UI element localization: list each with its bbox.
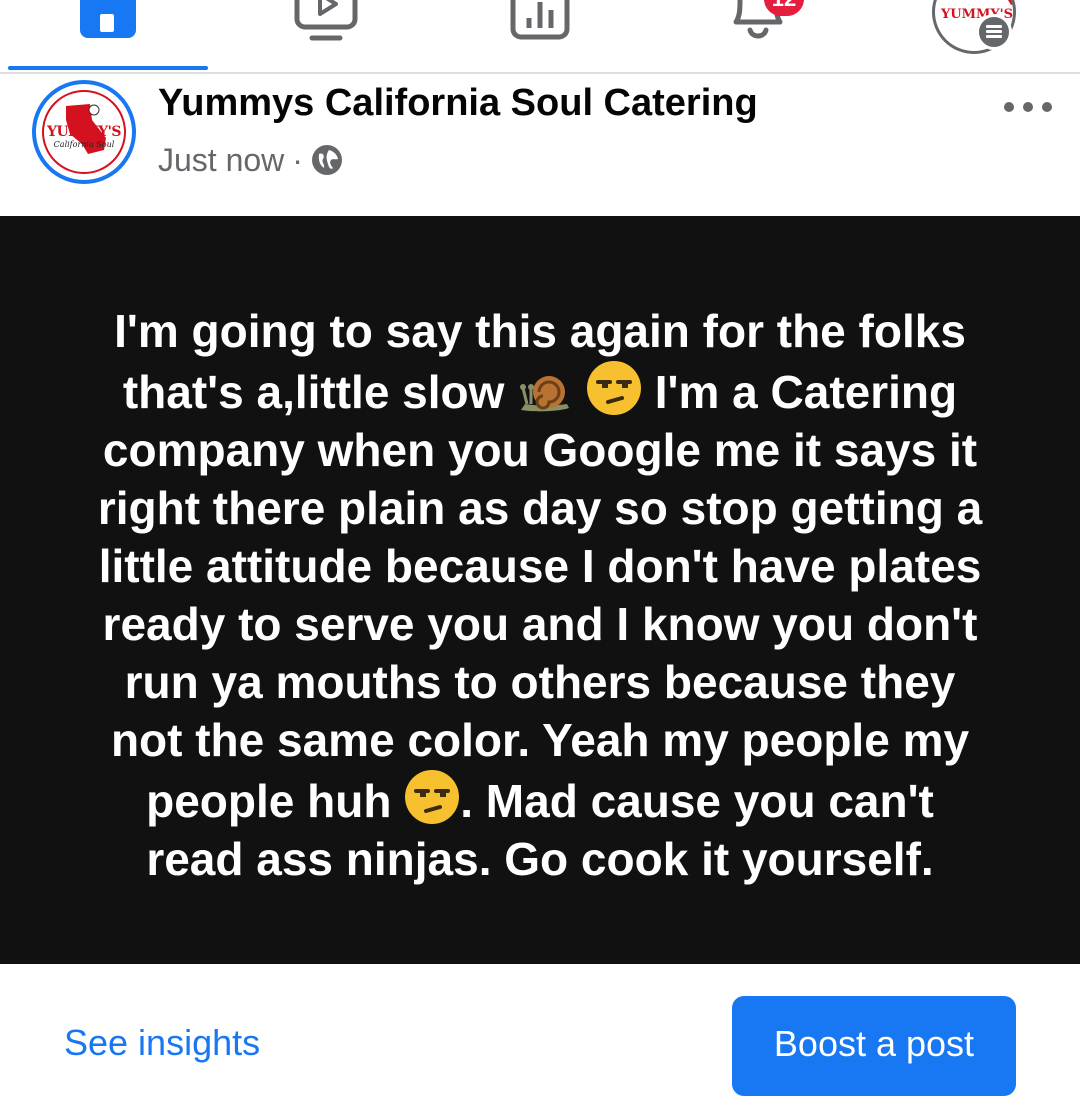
home-icon bbox=[80, 0, 136, 38]
post-content: I'm going to say this again for the folk… bbox=[0, 216, 1080, 964]
unamused-face-emoji bbox=[587, 361, 641, 415]
post-text-line: people huh . Mad cause you can't bbox=[40, 769, 1040, 830]
avatar-logo-subtext: California Soul bbox=[53, 140, 115, 149]
snail-emoji bbox=[520, 376, 570, 412]
post-text-line: not the same color. Yeah my people my bbox=[110, 714, 970, 766]
hamburger-menu-icon bbox=[976, 14, 1012, 50]
tab-insights[interactable] bbox=[470, 0, 610, 70]
post-text-line: little attitude because I don't have pla… bbox=[98, 540, 982, 592]
tab-notifications[interactable]: 12 bbox=[686, 0, 826, 70]
meta-separator: · bbox=[292, 142, 303, 178]
post-text-line: that's a,little slow I'm a Catering bbox=[40, 360, 1040, 421]
post-text: I'm going to say this again for the folk… bbox=[40, 302, 1040, 888]
tab-home[interactable] bbox=[38, 0, 178, 70]
globe-icon bbox=[311, 145, 342, 175]
post-text-line: right there plain as day so stop getting… bbox=[97, 482, 983, 534]
avatar-logo-text: YUMMY'S bbox=[46, 124, 122, 140]
post-text-line: read ass ninjas. Go cook it yourself. bbox=[146, 833, 934, 885]
more-options-button[interactable] bbox=[1004, 92, 1052, 122]
boost-post-button[interactable]: Boost a post bbox=[732, 996, 1016, 1096]
video-icon bbox=[294, 0, 358, 41]
post-text-line: ready to serve you and I know you don't bbox=[102, 598, 978, 650]
post-text-line: run ya mouths to others because they bbox=[124, 656, 956, 708]
post-header: YUMMY'S California Soul Yummys Californi… bbox=[0, 74, 1080, 216]
page-name[interactable]: Yummys California Soul Catering bbox=[158, 82, 758, 125]
post-meta: Just now · bbox=[158, 142, 343, 179]
tab-menu[interactable]: YUMMY'S bbox=[902, 0, 1042, 70]
tab-video[interactable] bbox=[254, 0, 394, 70]
top-navigation-bar: 12 YUMMY'S bbox=[0, 0, 1080, 74]
post-text-line: I'm going to say this again for the folk… bbox=[114, 305, 966, 357]
active-tab-indicator bbox=[8, 66, 208, 70]
page-avatar[interactable]: YUMMY'S California Soul bbox=[32, 80, 136, 184]
see-insights-link[interactable]: See insights bbox=[64, 1022, 260, 1064]
post-timestamp[interactable]: Just now bbox=[158, 142, 284, 178]
insights-icon bbox=[510, 0, 570, 40]
post-text-line: company when you Google me it says it bbox=[102, 424, 978, 476]
unamused-face-emoji bbox=[405, 770, 460, 824]
